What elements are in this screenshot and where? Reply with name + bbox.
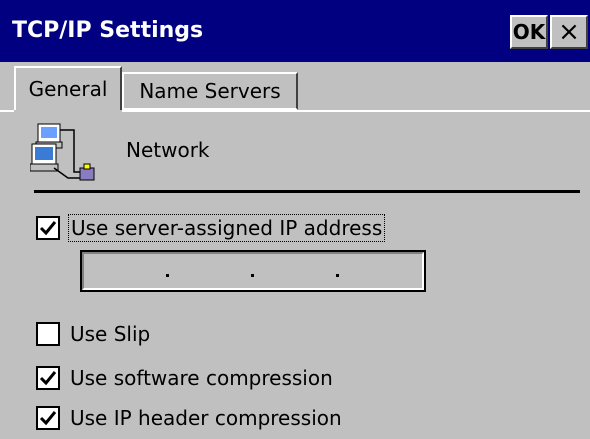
ip-header-compression-row[interactable]: Use IP header compression [36,406,342,430]
tab-strip-line-left [0,110,14,112]
ip-octet-2[interactable] [169,254,254,288]
ip-separator-dot [336,274,339,277]
ip-octet-4[interactable] [338,254,423,288]
use-slip-label: Use Slip [70,322,151,346]
window-title: TCP/IP Settings [12,18,204,43]
server-assigned-ip-checkbox[interactable] [36,216,60,240]
server-assigned-ip-row[interactable]: Use server-assigned IP address [36,214,386,242]
checkmark-icon [39,411,57,426]
ip-separator-dot [166,274,169,277]
section-label-network: Network [126,138,210,162]
ip-address-field[interactable] [80,250,426,292]
ip-header-compression-label: Use IP header compression [70,406,342,430]
close-button[interactable]: × [550,15,588,49]
software-compression-label: Use software compression [70,366,333,390]
network-computers-icon [30,123,95,181]
checkmark-icon [39,371,57,386]
tab-strip-line [122,110,590,112]
close-icon: × [558,17,580,47]
software-compression-checkbox[interactable] [36,366,60,390]
section-divider [34,190,580,193]
ip-separator-dot [251,274,254,277]
ip-octet-1[interactable] [84,254,169,288]
use-slip-checkbox[interactable] [36,322,60,346]
ip-octet-3[interactable] [253,254,338,288]
tab-name-servers[interactable]: Name Servers [122,72,298,110]
use-slip-row[interactable]: Use Slip [36,322,150,346]
title-bar: TCP/IP Settings OK × [0,0,590,62]
checkmark-icon [39,221,57,236]
ip-header-compression-checkbox[interactable] [36,406,60,430]
server-assigned-ip-label: Use server-assigned IP address [67,214,386,242]
software-compression-row[interactable]: Use software compression [36,366,333,390]
tab-name-servers-label: Name Servers [139,79,281,103]
tab-general[interactable]: General [14,66,122,110]
ok-button[interactable]: OK [510,15,548,49]
tab-general-label: General [28,77,108,101]
